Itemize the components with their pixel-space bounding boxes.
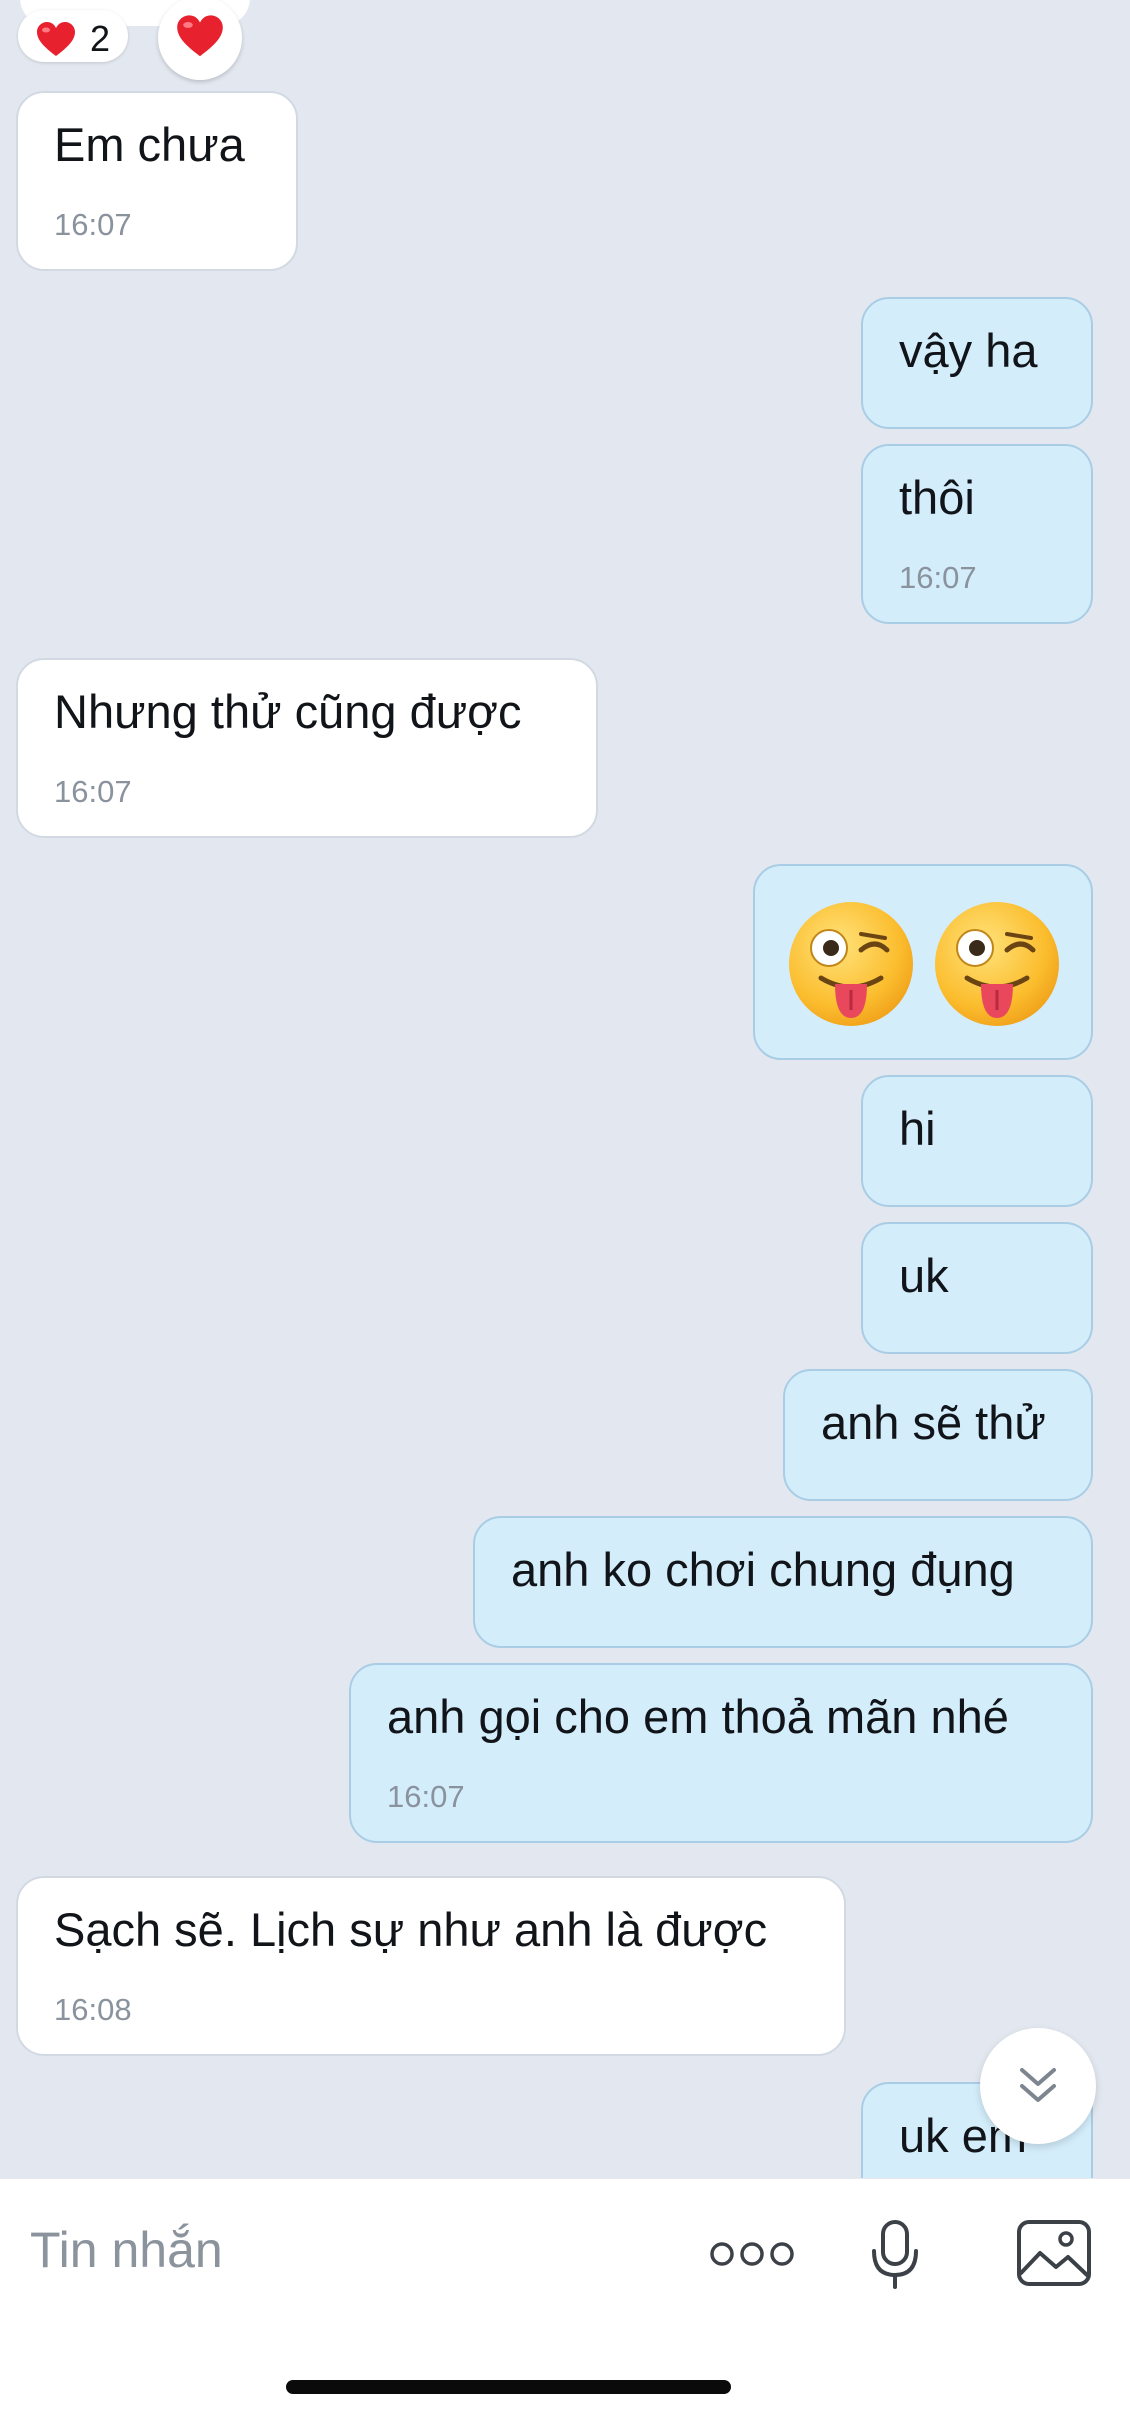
reaction-count-pill[interactable]: 2 bbox=[18, 10, 128, 62]
heart-icon bbox=[36, 22, 76, 63]
more-icon[interactable] bbox=[710, 2239, 794, 2274]
incoming-message[interactable]: Sạch sẽ. Lịch sự như anh là được 16:08 bbox=[16, 1876, 846, 2056]
message-text: thôi bbox=[899, 471, 975, 524]
outgoing-message[interactable]: thôi 16:07 bbox=[861, 444, 1093, 624]
outgoing-message[interactable]: uk bbox=[861, 1222, 1093, 1354]
message-input[interactable] bbox=[30, 2215, 670, 2285]
message-time: 16:07 bbox=[54, 207, 132, 242]
outgoing-message[interactable]: vậy ha bbox=[861, 297, 1093, 429]
heart-icon bbox=[176, 15, 224, 64]
message-time: 16:07 bbox=[387, 1779, 465, 1814]
message-text: anh sẽ thử bbox=[821, 1396, 1046, 1449]
reaction-count: 2 bbox=[90, 18, 111, 59]
message-time: 16:07 bbox=[54, 774, 132, 809]
outgoing-message[interactable]: anh sẽ thử bbox=[783, 1369, 1093, 1501]
outgoing-emoji-message[interactable] bbox=[753, 864, 1093, 1060]
outgoing-message[interactable]: anh ko chơi chung đụng bbox=[473, 1516, 1093, 1648]
winking-face-with-tongue-icon bbox=[933, 900, 1061, 1028]
message-text: uk bbox=[899, 1249, 949, 1302]
react-heart-button[interactable] bbox=[158, 0, 242, 80]
message-text: vậy ha bbox=[899, 324, 1038, 377]
incoming-message[interactable]: Em chưa 16:07 bbox=[16, 91, 298, 271]
message-text: Nhưng thử cũng được bbox=[54, 685, 522, 738]
message-text: anh gọi cho em thoả mãn nhé bbox=[387, 1690, 1009, 1743]
outgoing-message[interactable]: hi bbox=[861, 1075, 1093, 1207]
message-text: Em chưa bbox=[54, 118, 245, 171]
outgoing-message[interactable]: anh gọi cho em thoả mãn nhé 16:07 bbox=[349, 1663, 1093, 1843]
incoming-message[interactable]: Nhưng thử cũng được 16:07 bbox=[16, 658, 598, 838]
microphone-icon[interactable] bbox=[870, 2219, 920, 2296]
image-icon[interactable] bbox=[1016, 2219, 1092, 2292]
message-text: anh ko chơi chung đụng bbox=[511, 1543, 1015, 1596]
chat-area[interactable]: 2 Em chưa 16:07 vậy ha thôi 16:07 Nhưng … bbox=[0, 0, 1130, 2178]
winking-face-with-tongue-icon bbox=[787, 900, 915, 1028]
home-indicator bbox=[286, 2380, 731, 2394]
message-text: Sạch sẽ. Lịch sự như anh là được bbox=[54, 1903, 768, 1956]
message-time: 16:07 bbox=[899, 560, 977, 595]
message-text: hi bbox=[899, 1102, 936, 1155]
message-time: 16:08 bbox=[54, 1992, 132, 2027]
scroll-to-bottom-button[interactable] bbox=[980, 2028, 1096, 2144]
